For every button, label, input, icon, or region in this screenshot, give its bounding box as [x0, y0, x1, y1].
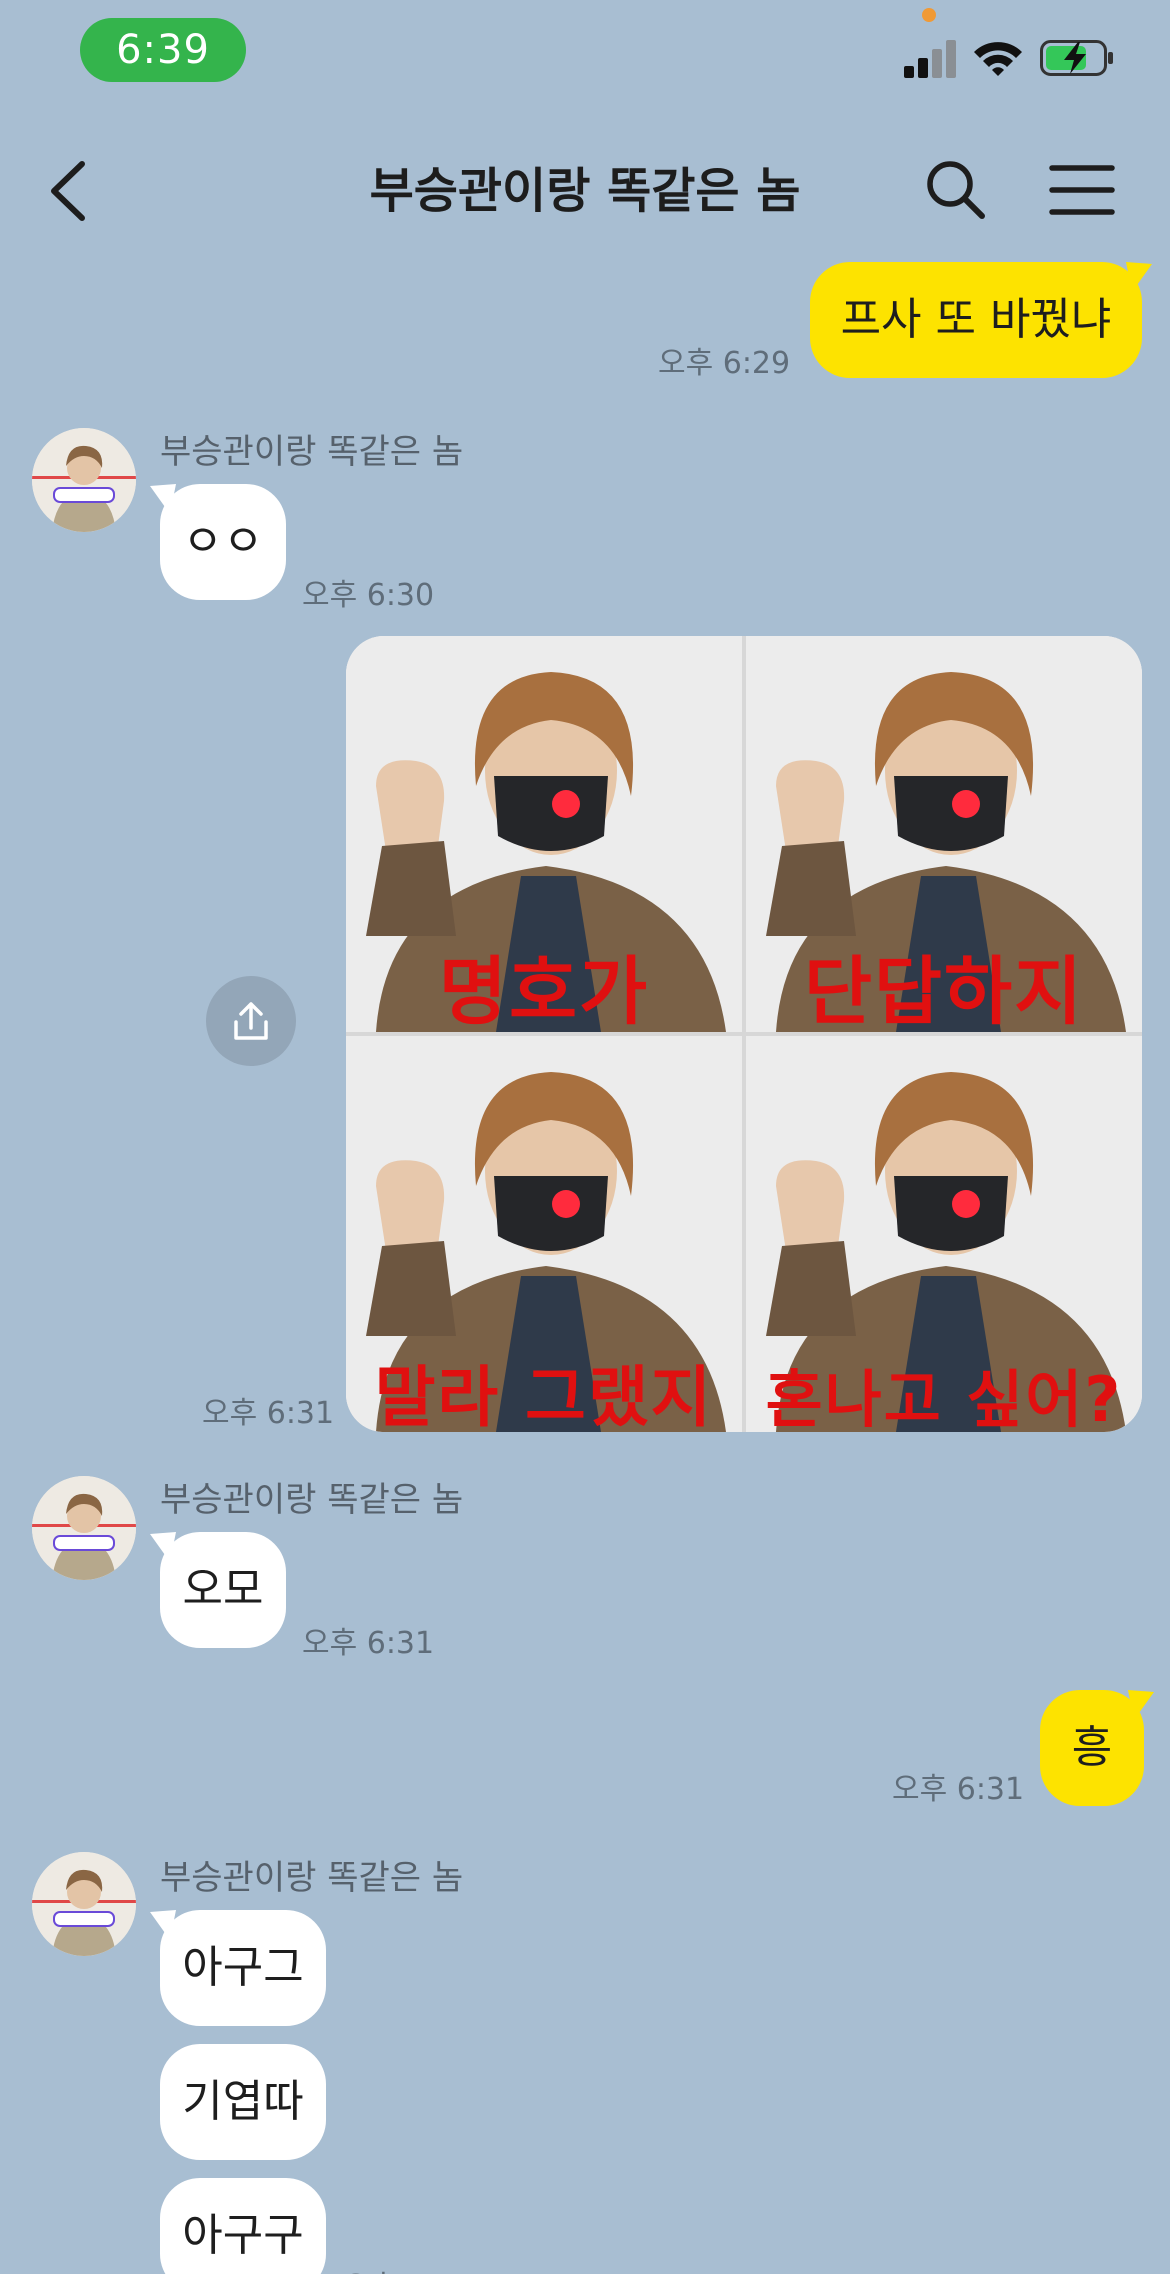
message-time: 오후 6:29: [658, 346, 791, 381]
photo-panel: 말라 그랬지: [346, 1036, 742, 1432]
their-message-bubble[interactable]: 아구그: [160, 1910, 326, 2026]
photo-caption: 혼나고 싶어?: [765, 1362, 1123, 1432]
photo-panel: 혼나고 싶어?: [746, 1036, 1142, 1432]
avatar[interactable]: [32, 428, 136, 532]
photo-panel: 단답하지: [746, 636, 1142, 1032]
bubble-tail: [1126, 262, 1152, 292]
photo-caption: 단답하지: [803, 949, 1085, 1032]
search-icon[interactable]: [924, 158, 988, 222]
avatar-image: [32, 1476, 136, 1580]
avatar-image: [32, 428, 136, 532]
their-message-bubble[interactable]: ㅇㅇ: [160, 484, 286, 600]
my-message-bubble[interactable]: 프사 또 바꿨냐: [810, 262, 1142, 378]
menu-icon[interactable]: [1048, 162, 1116, 218]
camera-indicator-dot: [922, 8, 936, 22]
their-message-bubble[interactable]: 기엽따: [160, 2044, 326, 2160]
wifi-icon: [974, 42, 1022, 76]
chat-title: 부승관이랑 똑같은 놈: [369, 163, 801, 219]
message-time: 오후 6:31: [302, 1626, 435, 1661]
share-icon: [234, 1002, 268, 1040]
message-time: 오후 6:31: [202, 1396, 335, 1431]
avatar[interactable]: [32, 1852, 136, 1956]
share-button[interactable]: [206, 976, 296, 1066]
bubble-tail: [1128, 1690, 1154, 1720]
message-time: 오후 6:31: [892, 1772, 1025, 1807]
photo-caption: 말라 그랬지: [374, 1358, 714, 1432]
back-icon[interactable]: [44, 156, 94, 226]
photo-caption: 명호가: [438, 949, 650, 1032]
sender-name: 부승관이랑 똑같은 놈: [160, 1480, 464, 1520]
sender-name: 부승관이랑 똑같은 놈: [160, 432, 464, 472]
message-time: 오후 6:30: [302, 578, 435, 613]
avatar-image: [32, 1852, 136, 1956]
photo-panel: 명호가: [346, 636, 742, 1032]
signal-icon: [904, 40, 956, 78]
their-message-bubble[interactable]: 오모: [160, 1532, 286, 1648]
sender-name: 부승관이랑 똑같은 놈: [160, 1858, 464, 1898]
message-time: 오후 6:31: [342, 2262, 474, 2274]
photo-message[interactable]: 명호가 단답하지 말라 그랬지 혼나고 싶어?: [346, 636, 1142, 1432]
avatar[interactable]: [32, 1476, 136, 1580]
status-time: 6:39: [80, 18, 246, 82]
their-message-bubble[interactable]: 아구구: [160, 2178, 326, 2274]
battery-charging-icon: [1040, 40, 1113, 76]
